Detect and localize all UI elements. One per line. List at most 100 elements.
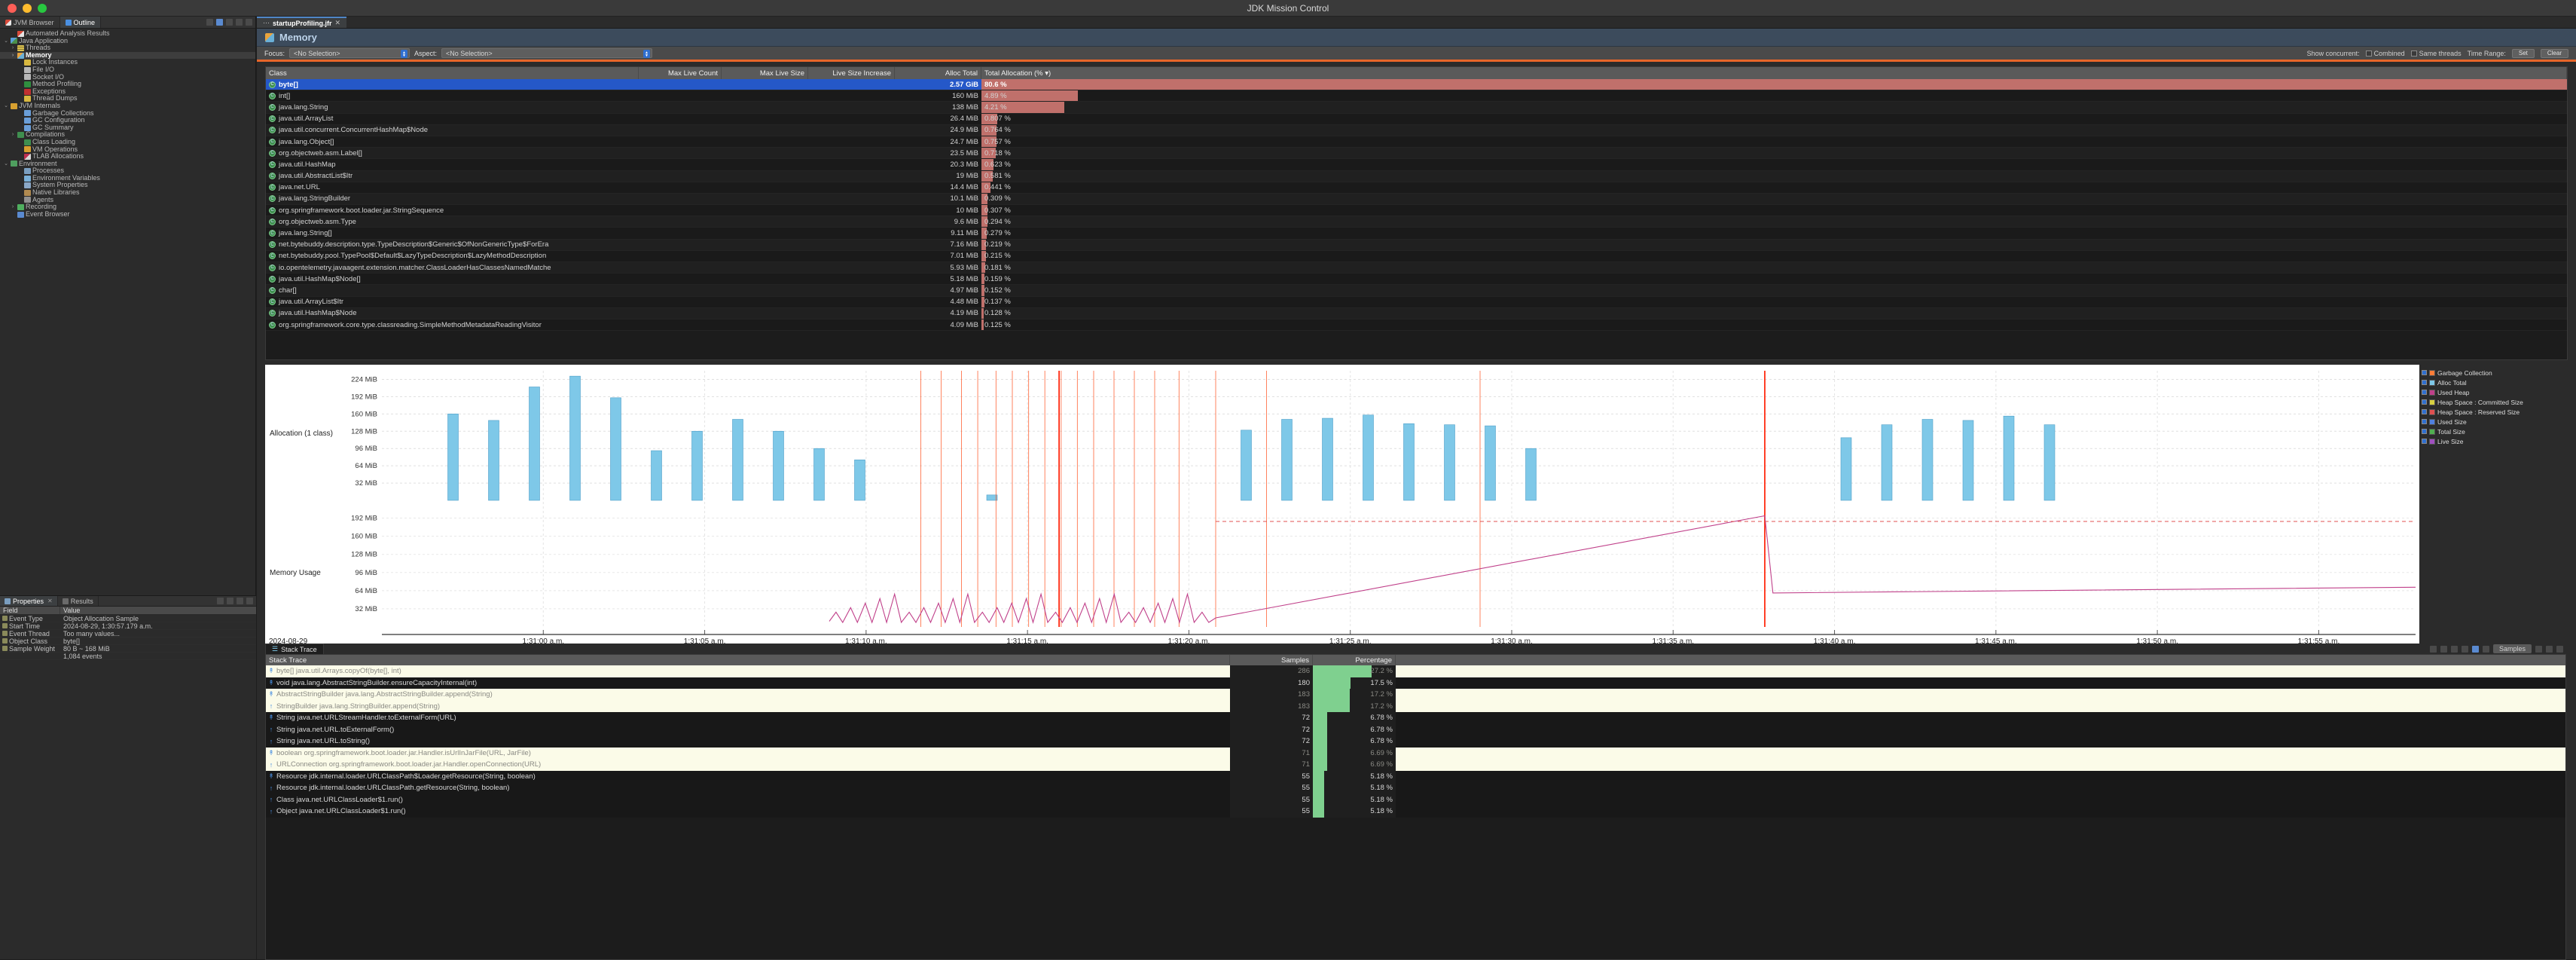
chevron-updown-icon[interactable]: ▲ ▼ bbox=[401, 50, 408, 58]
close-window-button[interactable] bbox=[8, 4, 17, 13]
sidebar-item-file-i-o[interactable]: File I/O bbox=[0, 66, 255, 74]
checkbox-icon[interactable] bbox=[2422, 380, 2427, 385]
sidebar-item-jvm-internals[interactable]: ⌄ JVM Internals bbox=[0, 102, 255, 110]
checkbox-icon[interactable] bbox=[2422, 390, 2427, 395]
close-icon[interactable]: ✕ bbox=[335, 19, 341, 27]
checkbox-icon[interactable] bbox=[2422, 409, 2427, 414]
tab-jvm-browser[interactable]: JVM Browser bbox=[0, 17, 60, 28]
tab-properties[interactable]: Properties ✕ bbox=[0, 596, 58, 606]
table-row[interactable]: Cjava.util.ArrayList 26.4 MiB 0.807 % bbox=[266, 113, 2567, 125]
sidebar-item-processes[interactable]: Processes bbox=[0, 167, 255, 175]
checkbox-icon[interactable] bbox=[2422, 429, 2427, 434]
expand-toggle-icon[interactable]: ⌄ bbox=[3, 161, 9, 168]
properties-filter-icon[interactable] bbox=[217, 598, 224, 604]
table-row[interactable]: Corg.springframework.boot.loader.jar.Str… bbox=[266, 205, 2567, 217]
expand-toggle-icon[interactable]: ⌄ bbox=[3, 38, 9, 45]
stack-frame-row[interactable]: ↑ String java.net.URL.toExternalForm() 72 6… bbox=[266, 723, 2565, 735]
table-row[interactable]: Cjava.util.HashMap 20.3 MiB 0.623 % bbox=[266, 159, 2567, 171]
table-row[interactable]: Cnet.bytebuddy.pool.TypePool$Default$Laz… bbox=[266, 250, 2567, 262]
sidebar-item-gc-summary[interactable]: GC Summary bbox=[0, 124, 255, 132]
checkbox-icon[interactable] bbox=[2422, 370, 2427, 375]
collapse-all-icon[interactable] bbox=[2429, 645, 2437, 653]
sidebar-item-system-properties[interactable]: System Properties bbox=[0, 182, 255, 189]
table-row[interactable]: Cjava.lang.String 138 MiB 4.21 % bbox=[266, 102, 2567, 114]
sidebar-minimize-icon[interactable] bbox=[236, 19, 243, 26]
legend-item[interactable]: Garbage Collection bbox=[2422, 368, 2565, 378]
sidebar-item-automated-analysis-results[interactable]: Automated Analysis Results bbox=[0, 30, 255, 38]
table-row[interactable]: Cjava.net.URL 14.4 MiB 0.441 % bbox=[266, 182, 2567, 194]
sidebar-item-java-application[interactable]: ⌄ Java Application bbox=[0, 38, 255, 45]
expand-toggle-icon[interactable]: ⌄ bbox=[3, 102, 9, 110]
minimize-window-button[interactable] bbox=[23, 4, 32, 13]
col-class[interactable]: Class bbox=[266, 67, 639, 79]
property-row[interactable]: Start Time 2024-08-29, 1:30:57.179 a.m. bbox=[0, 622, 256, 630]
stack-trace-body[interactable]: Stack Trace Samples Percentage ↟ byte[] j… bbox=[265, 654, 2566, 960]
sidebar-item-gc-configuration[interactable]: GC Configuration bbox=[0, 117, 255, 124]
checkbox-icon[interactable] bbox=[2410, 50, 2417, 57]
chevron-updown-icon[interactable]: ▲ ▼ bbox=[643, 50, 651, 58]
table-row[interactable]: Cjava.util.HashMap$Node 4.19 MiB 0.128 % bbox=[266, 307, 2567, 319]
sidebar-item-compilations[interactable]: › Compilations bbox=[0, 131, 255, 139]
sidebar-item-environment-variables[interactable]: Environment Variables bbox=[0, 175, 255, 182]
same-threads-checkbox[interactable]: Same threads bbox=[2410, 50, 2462, 57]
maximize-window-button[interactable] bbox=[38, 4, 47, 13]
expand-toggle-icon[interactable]: › bbox=[10, 131, 16, 139]
col-stack-trace[interactable]: Stack Trace bbox=[266, 655, 1230, 665]
tab-startup-profiling[interactable]: ⋯ startupProfiling.jfr ✕ bbox=[257, 17, 347, 28]
properties-minimize-icon[interactable] bbox=[237, 598, 243, 604]
stack-trace-menu-icon[interactable] bbox=[2535, 645, 2542, 653]
stack-frame-row[interactable]: ↑ Object java.net.URLClassLoader$1.run() 5… bbox=[266, 806, 2565, 818]
sidebar-item-native-libraries[interactable]: Native Libraries bbox=[0, 189, 255, 197]
checkbox-icon[interactable] bbox=[2422, 439, 2427, 444]
table-row[interactable]: Cio.opentelemetry.javaagent.extension.ma… bbox=[266, 262, 2567, 274]
stack-frame-row[interactable]: ↑ URLConnection org.springframework.boot.… bbox=[266, 759, 2565, 771]
stack-frame-row[interactable]: ↑ Class java.net.URLClassLoader$1.run() 55… bbox=[266, 793, 2565, 806]
clear-time-range-button[interactable]: Clear bbox=[2540, 48, 2568, 58]
stack-frame-row[interactable]: ↟ AbstractStringBuilder java.lang.Abstrac… bbox=[266, 689, 2565, 701]
stack-frame-row[interactable]: ↑ StringBuilder java.lang.StringBuilder.a… bbox=[266, 700, 2565, 712]
sidebar-link-icon[interactable] bbox=[216, 19, 223, 26]
outline-tree[interactable]: Automated Analysis Results ⌄ Java Applicat… bbox=[0, 29, 255, 218]
legend-item[interactable]: Used Size bbox=[2422, 417, 2565, 426]
table-row[interactable]: Cjava.util.HashMap$Node[] 5.18 MiB 0.159 % bbox=[266, 274, 2567, 286]
col-max-live-size[interactable]: Max Live Size bbox=[722, 67, 808, 79]
sidebar-item-thread-dumps[interactable]: Thread Dumps bbox=[0, 95, 255, 102]
legend-item[interactable]: Heap Space : Reserved Size bbox=[2422, 407, 2565, 417]
legend-item[interactable]: Heap Space : Committed Size bbox=[2422, 397, 2565, 407]
sidebar-menu-icon[interactable] bbox=[226, 19, 233, 26]
table-row[interactable]: Cjava.util.concurrent.ConcurrentHashMap$… bbox=[266, 124, 2567, 136]
stack-frame-row[interactable]: ↟ void java.lang.AbstractStringBuilder.en… bbox=[266, 677, 2565, 689]
table-row[interactable]: Corg.springframework.core.type.classread… bbox=[266, 319, 2567, 332]
sidebar-collapse-icon[interactable] bbox=[206, 19, 213, 26]
table-row[interactable]: Cbyte[] 2.57 GiB 80.6 % bbox=[266, 79, 2567, 91]
group-icon[interactable] bbox=[2482, 645, 2489, 653]
close-icon[interactable]: ✕ bbox=[47, 598, 53, 604]
col-max-live-count[interactable]: Max Live Count bbox=[639, 67, 722, 79]
sidebar-item-socket-i-o[interactable]: Socket I/O bbox=[0, 74, 255, 81]
stack-frame-row[interactable]: ↟ boolean org.springframework.boot.loader… bbox=[266, 747, 2565, 759]
table-row[interactable]: Cjava.util.ArrayList$Itr 4.48 MiB 0.137 % bbox=[266, 296, 2567, 308]
sidebar-item-tlab-allocations[interactable]: TLAB Allocations bbox=[0, 153, 255, 161]
table-row[interactable]: Cjava.util.AbstractList$Itr 19 MiB 0.581 % bbox=[266, 170, 2567, 182]
properties-menu-icon[interactable] bbox=[227, 598, 233, 604]
legend-item[interactable]: Live Size bbox=[2422, 436, 2565, 446]
expand-toggle-icon[interactable]: › bbox=[10, 52, 16, 60]
property-row[interactable]: Event Type Object Allocation Sample bbox=[0, 615, 256, 622]
table-row[interactable]: Cnet.bytebuddy.description.type.TypeDesc… bbox=[266, 239, 2567, 251]
table-row[interactable]: Corg.objectweb.asm.Label[] 23.5 MiB 0.718 … bbox=[266, 148, 2567, 160]
property-row[interactable]: 1,084 events bbox=[0, 653, 256, 660]
sidebar-item-event-browser[interactable]: Event Browser bbox=[0, 211, 255, 219]
expand-all-icon[interactable] bbox=[2440, 645, 2447, 653]
chart-legend[interactable]: Garbage Collection Alloc Total Used Heap He… bbox=[2419, 365, 2568, 651]
legend-item[interactable]: Used Heap bbox=[2422, 387, 2565, 397]
table-row[interactable]: Cjava.lang.Object[] 24.7 MiB 0.757 % bbox=[266, 136, 2567, 148]
tab-results[interactable]: Results bbox=[58, 596, 99, 606]
set-time-range-button[interactable]: Set bbox=[2511, 48, 2535, 58]
sidebar-item-garbage-collections[interactable]: Garbage Collections bbox=[0, 110, 255, 118]
sidebar-item-threads[interactable]: › Threads bbox=[0, 44, 255, 52]
stack-trace-maximize-icon[interactable] bbox=[2556, 645, 2563, 653]
col-samples[interactable]: Samples bbox=[1230, 655, 1313, 665]
sidebar-item-method-profiling[interactable]: Method Profiling bbox=[0, 81, 255, 88]
sidebar-item-class-loading[interactable]: Class Loading bbox=[0, 139, 255, 146]
stack-trace-minimize-icon[interactable] bbox=[2546, 645, 2553, 653]
